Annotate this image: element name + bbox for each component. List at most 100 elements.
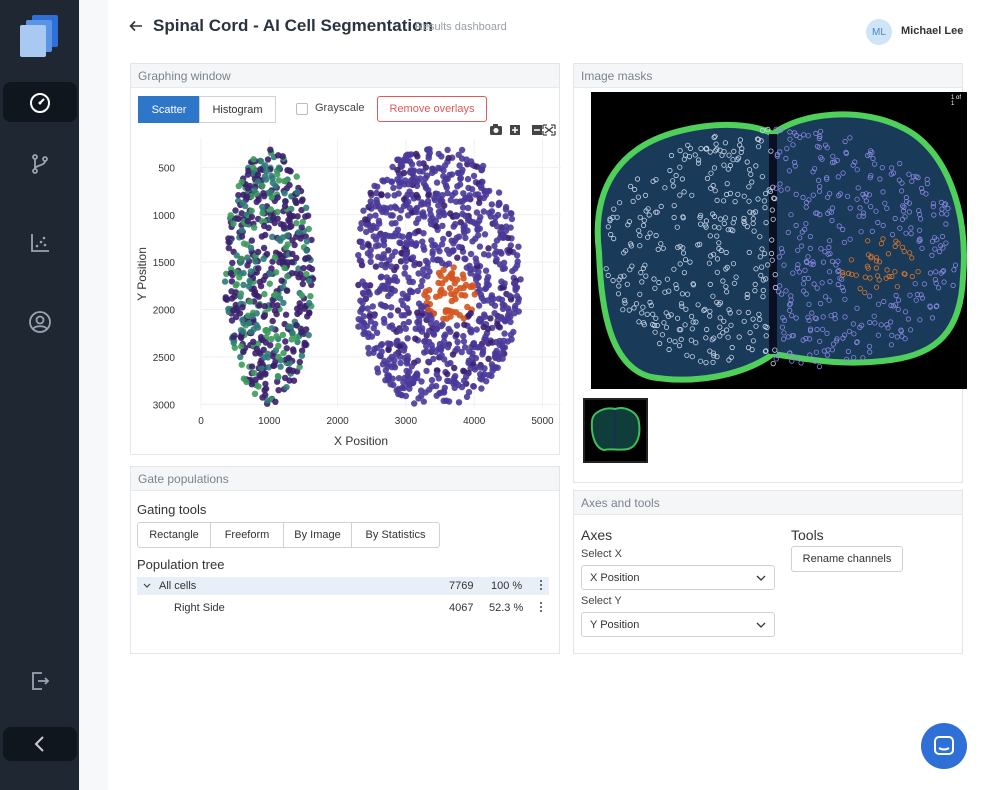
tab-histogram[interactable]: Histogram	[199, 96, 276, 123]
scatter-point	[452, 373, 459, 380]
scatter-point	[466, 194, 473, 201]
gate-rectangle-button[interactable]: Rectangle	[137, 522, 211, 548]
scatter-point	[425, 358, 432, 365]
scatter-point	[424, 312, 431, 319]
nav-analysis[interactable]	[3, 223, 77, 263]
nav-dashboard[interactable]	[3, 82, 77, 122]
scatter-point	[447, 197, 454, 204]
mask-image[interactable]	[591, 92, 967, 389]
gate-populations-panel: Gate populations Gating tools Rectangle …	[130, 466, 560, 654]
back-arrow-icon[interactable]	[128, 18, 144, 34]
chevron-down-icon	[756, 575, 766, 581]
tab-scatter[interactable]: Scatter	[138, 96, 200, 123]
scatter-point	[307, 293, 314, 300]
scatter-point	[273, 310, 280, 318]
scatter-point	[275, 177, 283, 184]
grayscale-checkbox[interactable]	[296, 103, 308, 115]
scatter-point	[296, 308, 303, 316]
image-thumbnail[interactable]	[583, 398, 648, 463]
nav-account[interactable]	[3, 302, 77, 342]
scatter-point	[451, 291, 458, 299]
scatter-point	[238, 233, 246, 240]
minus-icon[interactable]	[532, 125, 542, 135]
scatter-point	[475, 302, 483, 309]
scatter-point	[250, 156, 257, 163]
graphing-window-title: Graphing window	[131, 64, 559, 88]
collapse-sidebar-button[interactable]	[3, 727, 77, 761]
fit-icon[interactable]	[542, 124, 556, 136]
scatter-point	[370, 233, 377, 240]
scatter-point	[285, 323, 292, 330]
remove-overlays-button[interactable]: Remove overlays	[377, 96, 487, 122]
scatter-point	[380, 254, 388, 262]
scatter-point	[388, 363, 395, 371]
scatter-point	[266, 280, 273, 287]
scatter-point	[473, 259, 480, 266]
scatter-point	[388, 220, 396, 227]
scatter-point	[476, 199, 483, 206]
scatter-point	[278, 277, 285, 284]
tree-row-right-side[interactable]: Right Side 4067 52.3 %	[137, 599, 549, 617]
camera-icon[interactable]	[490, 124, 502, 135]
gate-by-image-button[interactable]: By Image	[283, 522, 352, 548]
scatter-point	[451, 364, 458, 372]
scatter-point	[500, 234, 507, 241]
scatter-plot[interactable]: 0 1000 2000 3000 4000 5000 500 1000 1500 2000 2500…	[131, 139, 561, 451]
avatar[interactable]: ML	[866, 19, 892, 45]
gate-by-statistics-button[interactable]: By Statistics	[351, 522, 440, 548]
scatter-point	[267, 189, 274, 196]
scatter-point	[360, 207, 367, 214]
select-y-dropdown[interactable]: Y Position	[581, 612, 775, 637]
scatter-point	[404, 241, 411, 248]
chat-launcher-button[interactable]	[921, 723, 967, 769]
scatter-point	[261, 312, 268, 319]
scatter-point	[275, 387, 282, 394]
scatter-point	[374, 183, 381, 190]
scatter-point	[464, 303, 471, 311]
more-options-icon[interactable]	[537, 600, 545, 614]
scatter-point	[384, 192, 391, 199]
scatter-point	[460, 332, 467, 340]
scatter-point	[294, 189, 301, 196]
scatter-point	[412, 242, 419, 249]
more-options-icon[interactable]	[537, 578, 545, 592]
scatter-point	[391, 248, 399, 255]
nav-workflow[interactable]	[3, 144, 77, 184]
tree-row-all-cells[interactable]: All cells 7769 100 %	[137, 577, 549, 595]
scatter-point	[225, 238, 232, 246]
scatter-point	[478, 294, 485, 301]
scatter-point	[240, 348, 247, 356]
scatter-point	[416, 160, 423, 167]
scatter-point	[303, 204, 310, 211]
scatter-point	[289, 250, 296, 258]
scatter-point	[247, 328, 255, 336]
nav-export[interactable]	[3, 661, 77, 701]
scatter-point	[259, 209, 266, 217]
select-x-dropdown[interactable]: X Position	[581, 565, 775, 590]
chevron-down-icon[interactable]	[143, 582, 151, 590]
user-name[interactable]: Michael Lee	[901, 25, 963, 37]
dashboard-icon	[30, 93, 50, 113]
scatter-point	[437, 344, 445, 351]
scatter-point	[240, 375, 248, 382]
scatter-point	[388, 304, 395, 311]
scatter-point	[482, 333, 489, 340]
scatter-point	[440, 389, 448, 396]
scatter-point	[458, 383, 466, 391]
scatter-point	[491, 250, 499, 258]
scatter-point	[444, 370, 451, 378]
scatter-point	[488, 201, 495, 208]
plus-icon[interactable]	[510, 125, 520, 135]
scatter-point	[411, 400, 418, 407]
gate-freeform-button[interactable]: Freeform	[210, 522, 284, 548]
scatter-point	[281, 202, 289, 210]
scatter-point	[233, 252, 240, 259]
scatter-point	[365, 350, 373, 357]
scatter-point	[403, 251, 410, 258]
scatter-point	[470, 172, 478, 180]
scatter-point	[299, 196, 306, 203]
scatter-point	[259, 336, 266, 343]
scatter-point	[359, 304, 366, 312]
app-logo[interactable]	[20, 15, 60, 57]
rename-channels-button[interactable]: Rename channels	[791, 546, 903, 572]
